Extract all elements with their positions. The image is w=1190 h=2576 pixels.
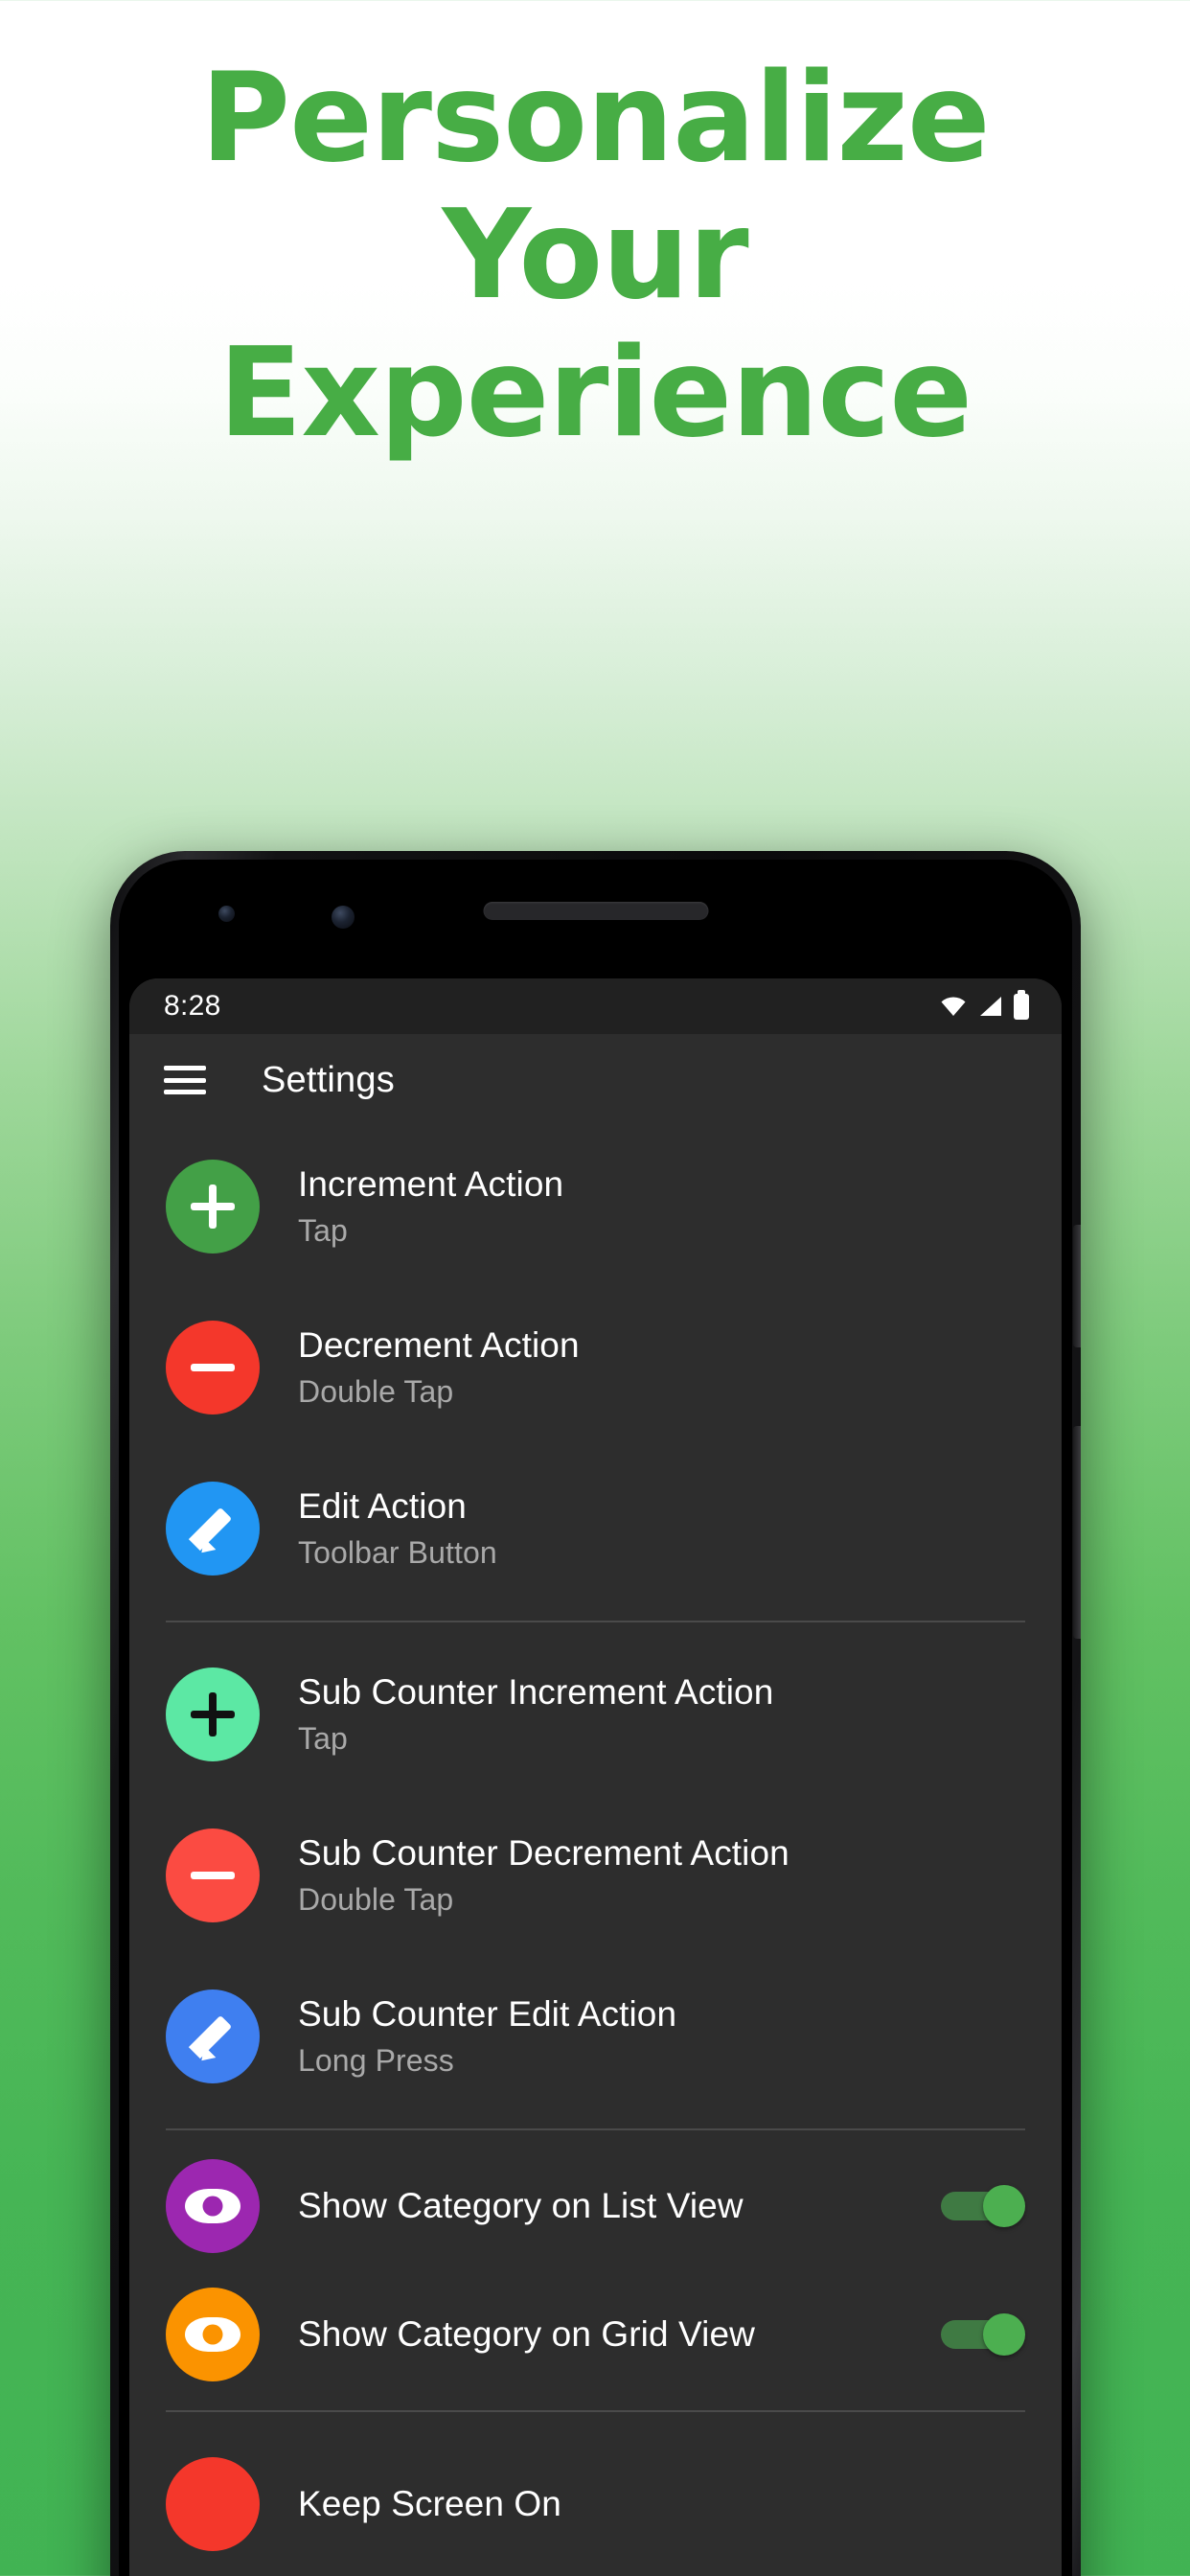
status-time: 8:28	[164, 990, 221, 1022]
phone-screen: 8:28 Settings Increment Action Tap Decre…	[129, 978, 1062, 2576]
settings-row-subtitle: Long Press	[298, 2043, 454, 2079]
settings-row-text: Sub Counter Edit Action Long Press	[298, 1993, 1025, 2081]
settings-row-text: Sub Counter Decrement Action Double Tap	[298, 1832, 1025, 1920]
settings-row[interactable]: Show Category on Grid View	[129, 2270, 1062, 2399]
settings-list: Increment Action Tap Decrement Action Doubl…	[129, 1126, 1062, 2576]
settings-row[interactable]: Decrement Action Double Tap	[129, 1287, 1062, 1448]
phone-power-button	[1073, 1225, 1081, 1347]
settings-row-title: Sub Counter Decrement Action	[298, 1832, 790, 1873]
phone-body: 8:28 Settings Increment Action Tap Decre…	[119, 860, 1072, 2576]
settings-row[interactable]: Keep Screen On	[129, 2424, 1062, 2576]
settings-row-title: Increment Action	[298, 1163, 564, 1204]
settings-row-subtitle: Tap	[298, 1213, 348, 1249]
app-bar: Settings	[129, 1034, 1062, 1126]
hamburger-menu-icon[interactable]	[164, 1066, 206, 1094]
minus-icon	[166, 1321, 260, 1414]
settings-toggle[interactable]	[941, 2185, 1025, 2227]
settings-row[interactable]: Edit Action Toolbar Button	[129, 1448, 1062, 1609]
minus-icon	[166, 1828, 260, 1922]
settings-group-divider	[166, 2128, 1025, 2130]
settings-row-subtitle: Toolbar Button	[298, 1535, 497, 1571]
settings-row[interactable]: Show Category on List View	[129, 2142, 1062, 2270]
wifi-icon	[941, 996, 966, 1016]
phone-top-bezel	[119, 860, 1072, 984]
settings-row-title: Sub Counter Edit Action	[298, 1993, 677, 2034]
settings-row-text: Show Category on List View	[298, 2185, 920, 2227]
settings-row-title: Edit Action	[298, 1485, 467, 1526]
phone-mockup: 8:28 Settings Increment Action Tap Decre…	[110, 851, 1081, 2576]
settings-row[interactable]: Sub Counter Decrement Action Double Tap	[129, 1795, 1062, 1956]
settings-row[interactable]: Increment Action Tap	[129, 1126, 1062, 1287]
settings-row-title: Sub Counter Increment Action	[298, 1671, 774, 1712]
headline-line-1: Personalize	[200, 47, 990, 190]
front-camera-icon	[332, 906, 355, 929]
settings-row-subtitle: Double Tap	[298, 1374, 454, 1410]
front-camera-secondary-icon	[218, 906, 235, 922]
plus-icon	[166, 1160, 260, 1254]
settings-row[interactable]: Sub Counter Edit Action Long Press	[129, 1956, 1062, 2117]
signal-icon	[980, 997, 1001, 1016]
settings-row-subtitle: Tap	[298, 1721, 348, 1757]
settings-row-text: Show Category on Grid View	[298, 2313, 920, 2356]
plus-icon	[166, 1668, 260, 1761]
settings-row[interactable]: Sub Counter Increment Action Tap	[129, 1634, 1062, 1795]
status-icons	[940, 989, 1029, 1020]
battery-icon	[1014, 989, 1029, 1020]
settings-toggle[interactable]	[941, 2313, 1025, 2356]
settings-row-title: Decrement Action	[298, 1324, 580, 1365]
earpiece-speaker	[483, 902, 708, 920]
pencil-icon	[166, 1990, 260, 2083]
settings-row-text: Edit Action Toolbar Button	[298, 1485, 1025, 1573]
phone-volume-button	[1073, 1426, 1081, 1639]
circle-icon	[166, 2457, 260, 2551]
page-headline: Personalize Your Experience	[0, 50, 1190, 462]
settings-row-title: Keep Screen On	[298, 2484, 561, 2524]
settings-row-text: Keep Screen On	[298, 2483, 1025, 2525]
settings-row-title: Show Category on Grid View	[298, 2314, 755, 2355]
settings-row-subtitle: Double Tap	[298, 1882, 454, 1918]
settings-row-text: Sub Counter Increment Action Tap	[298, 1671, 1025, 1759]
eye-icon	[166, 2288, 260, 2381]
eye-icon	[166, 2159, 260, 2253]
settings-group-divider	[166, 1621, 1025, 1622]
pencil-icon	[166, 1482, 260, 1576]
settings-group-divider	[166, 2410, 1025, 2412]
headline-line-2: Your	[442, 184, 748, 328]
settings-row-text: Decrement Action Double Tap	[298, 1324, 1025, 1412]
status-bar: 8:28	[129, 978, 1062, 1034]
settings-row-title: Show Category on List View	[298, 2186, 744, 2226]
settings-row-text: Increment Action Tap	[298, 1163, 1025, 1251]
headline-line-3: Experience	[217, 321, 973, 465]
page-title: Settings	[262, 1059, 395, 1100]
